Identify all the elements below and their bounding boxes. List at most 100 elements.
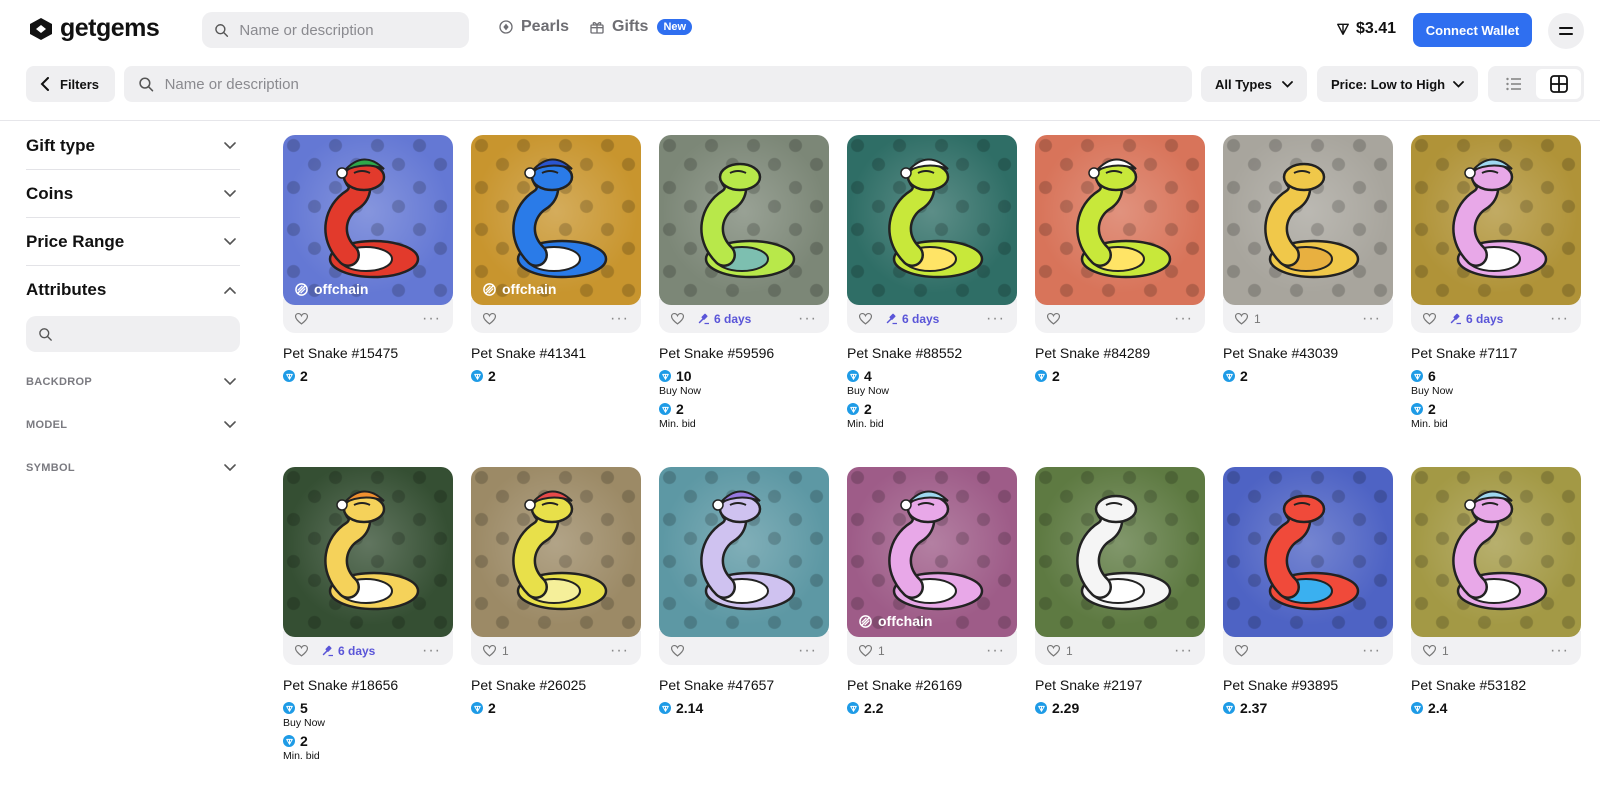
more-options-icon[interactable]: ···	[798, 311, 817, 327]
heart-icon[interactable]	[1235, 313, 1248, 325]
nft-card[interactable]: 6 days ··· Pet Snake #18656 5 Buy Now 2 Min. b…	[283, 467, 453, 762]
filter-price-range[interactable]: Price Range	[26, 218, 240, 266]
nft-name[interactable]: Pet Snake #59596	[659, 345, 829, 361]
nft-name[interactable]: Pet Snake #93895	[1223, 677, 1393, 693]
heart-icon[interactable]	[1423, 313, 1436, 325]
menu-button[interactable]	[1548, 13, 1584, 49]
heart-icon[interactable]	[671, 313, 684, 325]
nft-image[interactable]	[1223, 467, 1393, 637]
heart-icon[interactable]	[1047, 313, 1060, 325]
more-options-icon[interactable]: ···	[1550, 311, 1569, 327]
attribute-model[interactable]: MODEL	[26, 403, 240, 446]
more-options-icon[interactable]: ···	[1362, 311, 1381, 327]
nft-name[interactable]: Pet Snake #84289	[1035, 345, 1205, 361]
nft-image[interactable]	[1411, 135, 1581, 305]
nft-name[interactable]: Pet Snake #7117	[1411, 345, 1581, 361]
nft-image[interactable]	[659, 467, 829, 637]
nft-name[interactable]: Pet Snake #88552	[847, 345, 1017, 361]
filters-button[interactable]: Filters	[26, 66, 115, 102]
nft-card[interactable]: offchain 1 ··· Pet Snake #26169 2.2	[847, 467, 1017, 716]
filter-attributes[interactable]: Attributes	[26, 266, 240, 314]
heart-icon[interactable]	[859, 645, 872, 657]
nft-image[interactable]	[1035, 135, 1205, 305]
filter-coins[interactable]: Coins	[26, 170, 240, 218]
collection-search[interactable]	[124, 66, 1192, 102]
more-options-icon[interactable]: ···	[986, 311, 1005, 327]
heart-icon[interactable]	[1423, 645, 1436, 657]
nft-card[interactable]: 1 ··· Pet Snake #2197 2.29	[1035, 467, 1205, 716]
more-options-icon[interactable]: ···	[610, 311, 629, 327]
heart-icon[interactable]	[859, 313, 872, 325]
nft-name[interactable]: Pet Snake #2197	[1035, 677, 1205, 693]
attribute-backdrop[interactable]: BACKDROP	[26, 360, 240, 403]
nft-image[interactable]	[659, 135, 829, 305]
more-options-icon[interactable]: ···	[1362, 643, 1381, 659]
more-options-icon[interactable]: ···	[1550, 643, 1569, 659]
nft-card[interactable]: 6 days ··· Pet Snake #7117 6 Buy Now 2 Min. bi…	[1411, 135, 1581, 430]
more-options-icon[interactable]: ···	[422, 643, 441, 659]
nft-card[interactable]: ··· Pet Snake #93895 2.37	[1223, 467, 1393, 716]
list-view-button[interactable]	[1491, 69, 1536, 99]
nft-name[interactable]: Pet Snake #41341	[471, 345, 641, 361]
grid-view-button[interactable]	[1536, 69, 1581, 99]
heart-icon[interactable]	[1235, 645, 1248, 657]
nft-image[interactable]	[1035, 467, 1205, 637]
price-value: 2.29	[1052, 700, 1080, 716]
attribute-search-input[interactable]	[61, 325, 240, 343]
heart-icon[interactable]	[295, 645, 308, 657]
nft-card[interactable]: 1 ··· Pet Snake #43039 2	[1223, 135, 1393, 384]
nft-card[interactable]: 1 ··· Pet Snake #26025 2	[471, 467, 641, 716]
more-options-icon[interactable]: ···	[798, 643, 817, 659]
nav-gifts[interactable]: Gifts New	[589, 18, 693, 36]
more-options-icon[interactable]: ···	[422, 311, 441, 327]
nav-pearls[interactable]: Pearls	[498, 18, 569, 36]
nft-name[interactable]: Pet Snake #47657	[659, 677, 829, 693]
logo[interactable]: getgems	[28, 14, 160, 43]
sort-dropdown[interactable]: Price: Low to High	[1317, 66, 1478, 102]
more-options-icon[interactable]: ···	[986, 643, 1005, 659]
nft-name[interactable]: Pet Snake #53182	[1411, 677, 1581, 693]
nft-image[interactable]: offchain	[847, 467, 1017, 637]
nft-card[interactable]: offchain ··· Pet Snake #41341 2	[471, 135, 641, 384]
nft-name[interactable]: Pet Snake #18656	[283, 677, 453, 693]
more-options-icon[interactable]: ···	[610, 643, 629, 659]
heart-icon[interactable]	[483, 313, 496, 325]
nft-image[interactable]	[847, 135, 1017, 305]
filter-gift-type[interactable]: Gift type	[26, 122, 240, 170]
nft-card[interactable]: 6 days ··· Pet Snake #59596 10 Buy Now 2 Min. …	[659, 135, 829, 430]
connect-wallet-button[interactable]: Connect Wallet	[1413, 13, 1532, 47]
heart-icon[interactable]	[671, 645, 684, 657]
more-options-icon[interactable]: ···	[1174, 643, 1193, 659]
ton-coin-icon	[847, 370, 859, 382]
nft-card[interactable]: ··· Pet Snake #84289 2	[1035, 135, 1205, 384]
type-dropdown[interactable]: All Types	[1201, 66, 1307, 102]
nft-image[interactable]	[1411, 467, 1581, 637]
nft-price: 2.14	[659, 700, 829, 716]
nft-name[interactable]: Pet Snake #15475	[283, 345, 453, 361]
search-icon	[215, 23, 229, 37]
header-search-input[interactable]	[239, 21, 469, 39]
nft-image[interactable]: offchain	[283, 135, 453, 305]
nft-name[interactable]: Pet Snake #43039	[1223, 345, 1393, 361]
nft-image[interactable]	[471, 467, 641, 637]
heart-icon[interactable]	[295, 313, 308, 325]
attribute-symbol[interactable]: SYMBOL	[26, 446, 240, 489]
nft-card[interactable]: ··· Pet Snake #47657 2.14	[659, 467, 829, 716]
nft-name[interactable]: Pet Snake #26169	[847, 677, 1017, 693]
buy-now-label: Buy Now	[847, 385, 890, 397]
nft-image[interactable]	[1223, 135, 1393, 305]
attribute-search[interactable]	[26, 316, 240, 352]
heart-icon[interactable]	[1047, 645, 1060, 657]
header-search[interactable]	[202, 12, 469, 48]
nft-price: 2.2	[847, 700, 1017, 716]
nft-image[interactable]: offchain	[471, 135, 641, 305]
heart-icon[interactable]	[483, 645, 496, 657]
nft-card[interactable]: 6 days ··· Pet Snake #88552 4 Buy Now 2 Min. b…	[847, 135, 1017, 430]
more-options-icon[interactable]: ···	[1174, 311, 1193, 327]
collection-search-input[interactable]	[164, 75, 1192, 93]
auction-timer: 6 days	[886, 312, 939, 326]
nft-card[interactable]: 1 ··· Pet Snake #53182 2.4	[1411, 467, 1581, 716]
nft-card[interactable]: offchain ··· Pet Snake #15475 2	[283, 135, 453, 384]
nft-image[interactable]	[283, 467, 453, 637]
nft-name[interactable]: Pet Snake #26025	[471, 677, 641, 693]
